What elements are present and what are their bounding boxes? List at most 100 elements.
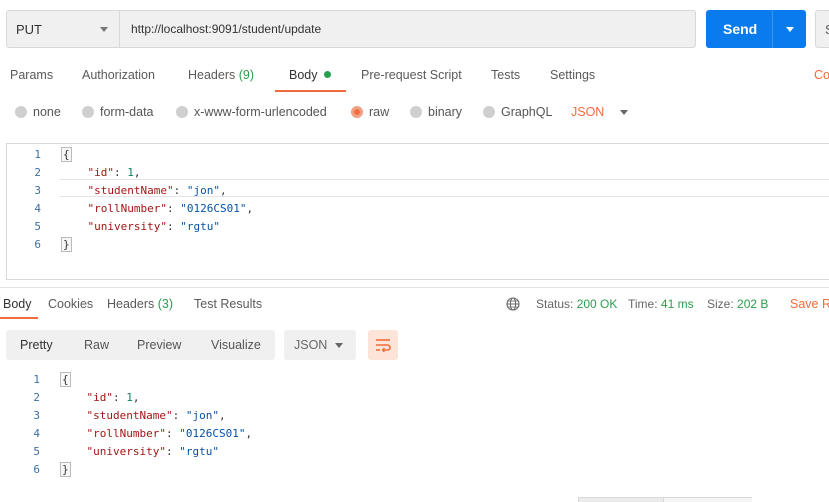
code-line: 4 "rollNumber": "0126CS01", [7,199,829,217]
line-number: 3 [33,408,40,422]
body-type-label: none [33,105,61,119]
size-readout: Size: 202 B [707,297,768,311]
save-button[interactable]: S [815,10,829,48]
json-key: "rollNumber" [86,426,166,440]
body-type-raw[interactable]: raw [351,105,389,119]
body-language-label: JSON [571,105,605,119]
save-response-button[interactable]: Save R [790,297,829,311]
url-text: http://localhost:9091/student/update [131,22,322,36]
code-line: 1{ [6,370,826,388]
json-comma: , [133,165,141,179]
format-visualize-button[interactable]: Visualize [211,338,261,352]
tab-authorization[interactable]: Authorization [82,68,155,82]
url-input[interactable]: http://localhost:9091/student/update [120,10,696,48]
line-number: 5 [33,444,40,458]
json-sep: : [114,165,128,179]
method-select[interactable]: PUT [6,10,120,48]
body-type-label: binary [428,105,463,119]
json-sep: : [113,390,127,404]
response-language-select[interactable]: JSON [284,330,356,360]
format-preview-button[interactable]: Preview [137,338,181,352]
active-tab-underline [275,90,346,92]
status-readout: Status: 200 OK [536,297,617,311]
json-value: "0126CS01" [179,426,246,440]
bottom-panel-tab[interactable] [578,497,664,502]
code-line: 3 "studentName": "jon", [6,406,826,424]
body-type-none[interactable]: none [15,105,61,119]
line-number: 1 [33,372,40,386]
json-comma: , [218,408,226,422]
current-line-highlight [60,179,829,197]
body-type-form-data[interactable]: form-data [82,105,154,119]
tab-tests[interactable]: Tests [491,68,520,82]
json-sep: : [165,444,180,458]
response-tab-cookies[interactable]: Cookies [48,297,93,311]
send-label: Send [723,21,758,37]
save-label: S [825,22,829,37]
json-value: "jon" [185,408,219,422]
globe-icon[interactable] [506,297,520,311]
open-brace: { [60,371,71,387]
body-type-label: x-www-form-urlencoded [194,105,327,119]
tab-pre-request-script[interactable]: Pre-request Script [361,68,462,82]
body-type-label: form-data [100,105,154,119]
response-tab-body[interactable]: Body [3,297,32,311]
code-line: 4 "rollNumber": "0126CS01", [6,424,826,442]
line-number: 2 [34,165,41,179]
wrap-lines-button[interactable] [368,330,398,360]
send-button[interactable]: Send [706,10,806,48]
format-raw-button[interactable]: Raw [84,338,109,352]
time-value: 41 ms [660,297,694,311]
json-comma: , [246,201,254,215]
json-comma: , [245,426,253,440]
line-number: 4 [33,426,40,440]
response-tab-headers[interactable]: Headers (3) [107,297,173,311]
radio-icon [410,106,422,118]
size-value: 202 B [737,297,769,311]
body-type-binary[interactable]: binary [410,105,462,119]
format-toggle-group: Pretty Raw Preview Visualize [6,330,275,360]
response-language-label: JSON [294,338,328,352]
chevron-down-icon [620,109,629,115]
body-language-select[interactable]: JSON [571,105,629,119]
code-line: 6} [7,235,829,253]
line-number: 1 [34,147,41,161]
json-value: "0126CS01" [180,201,247,215]
status-value: 200 OK [576,297,618,311]
format-pretty-button[interactable]: Pretty [20,338,53,352]
body-type-graphql[interactable]: GraphQL [483,105,552,119]
response-tab-headers-count: (3) [157,297,174,311]
code-line: 2 "id": 1, [6,388,826,406]
line-number: 4 [34,201,41,215]
time-label: Time: [628,297,658,311]
body-type-label: GraphQL [501,105,553,119]
json-sep: : [166,201,181,215]
response-tab-headers-label: Headers [107,297,155,311]
json-sep: : [165,426,180,440]
radio-icon [82,106,94,118]
json-key: "rollNumber" [87,201,167,215]
response-divider [0,287,829,288]
tab-params[interactable]: Params [10,68,53,82]
response-tab-test-results[interactable]: Test Results [194,297,262,311]
response-active-tab-underline [0,317,38,319]
body-type-urlencoded[interactable]: x-www-form-urlencoded [176,105,327,119]
size-label: Size: [707,297,734,311]
tab-settings[interactable]: Settings [550,68,595,82]
line-number: 3 [34,183,41,197]
request-body-editor[interactable]: 1{ 2 "id": 1, 3 "studentName": "jon", 4 … [6,143,829,280]
json-value: 1 [127,165,134,179]
json-sep: : [166,219,181,233]
tab-headers[interactable]: Headers (9) [188,68,254,82]
cookies-link[interactable]: Co [814,68,829,82]
code-line: 5 "university": "rgtu" [7,217,829,235]
close-brace: } [61,236,72,252]
json-value: 1 [126,390,133,404]
response-body-viewer[interactable]: 1{ 2 "id": 1, 3 "studentName": "jon", 4 … [6,370,826,478]
bottom-panel-tab[interactable] [664,497,752,502]
time-readout: Time: 41 ms [628,297,694,311]
open-brace: { [61,146,72,162]
send-options-chevron-icon[interactable] [786,27,794,32]
close-brace: } [60,461,71,477]
tab-body[interactable]: Body [289,68,331,82]
